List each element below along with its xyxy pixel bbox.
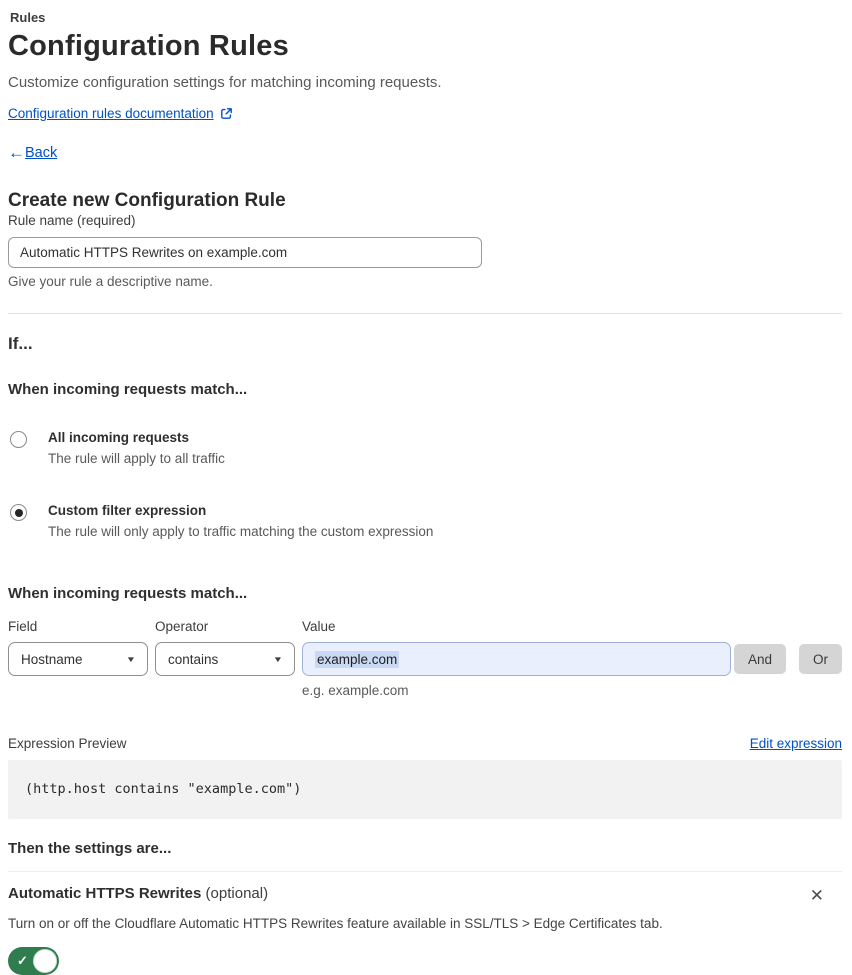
operator-select-value: contains xyxy=(168,651,219,667)
expression-code: (http.host contains "example.com") xyxy=(25,781,302,797)
setting-card-automatic-https-rewrites: Automatic HTTPS Rewrites (optional) ✕ Tu… xyxy=(8,871,842,975)
expression-code-block: (http.host contains "example.com") xyxy=(8,760,842,819)
setting-optional-label: (optional) xyxy=(205,885,269,902)
radio-option-description: The rule will apply to all traffic xyxy=(48,451,225,466)
value-input-text: example.com xyxy=(315,650,400,668)
chevron-down-icon: ▼ xyxy=(125,654,137,664)
and-button[interactable]: And xyxy=(733,644,786,674)
expression-preview-label: Expression Preview xyxy=(8,736,127,751)
field-select[interactable]: Hostname ▼ xyxy=(8,642,148,676)
value-label: Value xyxy=(302,619,336,634)
connector-buttons: And Or xyxy=(733,619,842,676)
radio-option-custom-filter[interactable]: Custom filter expression The rule will o… xyxy=(8,503,842,539)
value-input[interactable]: example.com xyxy=(302,642,731,676)
external-link-icon xyxy=(220,107,233,120)
operator-select[interactable]: contains ▼ xyxy=(155,642,295,676)
radio-checked-icon[interactable] xyxy=(10,504,27,521)
setting-name: Automatic HTTPS Rewrites xyxy=(8,885,202,902)
back-arrow-icon: ← xyxy=(8,143,25,162)
back-link[interactable]: Back xyxy=(25,145,57,161)
page-subtitle: Customize configuration settings for mat… xyxy=(8,74,442,91)
create-rule-title: Create new Configuration Rule xyxy=(8,190,286,211)
close-icon[interactable]: ✕ xyxy=(804,885,830,906)
expression-preview-row: Expression Preview Edit expression xyxy=(8,736,842,751)
back-row: ← Back xyxy=(8,144,842,161)
radio-option-all-requests[interactable]: All incoming requests The rule will appl… xyxy=(8,430,842,466)
field-select-value: Hostname xyxy=(21,651,83,667)
radio-option-label: Custom filter expression xyxy=(48,503,207,518)
breadcrumb: Rules xyxy=(10,10,46,25)
toggle-knob[interactable] xyxy=(33,949,57,973)
builder-heading: When incoming requests match... xyxy=(8,585,248,602)
setting-title: Automatic HTTPS Rewrites (optional) xyxy=(8,885,268,902)
if-title: If... xyxy=(8,334,33,353)
radio-option-description: The rule will only apply to traffic matc… xyxy=(48,524,434,539)
automatic-https-rewrites-toggle[interactable]: ✓ xyxy=(8,947,59,975)
doc-link-row: Configuration rules documentation xyxy=(8,106,842,121)
value-help: e.g. example.com xyxy=(302,683,409,698)
expression-builder-row: Field Hostname ▼ Operator contains ▼ Val… xyxy=(8,619,842,676)
field-label: Field xyxy=(8,619,38,634)
rule-name-help: Give your rule a descriptive name. xyxy=(8,274,213,289)
chevron-down-icon: ▼ xyxy=(272,654,284,664)
section-divider xyxy=(8,313,842,314)
then-heading: Then the settings are... xyxy=(8,840,172,857)
rule-name-input[interactable] xyxy=(8,237,482,268)
radio-option-label: All incoming requests xyxy=(48,430,190,445)
setting-description: Turn on or off the Cloudflare Automatic … xyxy=(8,916,663,931)
match-heading: When incoming requests match... xyxy=(8,381,248,398)
radio-unchecked-icon[interactable] xyxy=(10,431,27,448)
or-button[interactable]: Or xyxy=(799,644,842,674)
documentation-link[interactable]: Configuration rules documentation xyxy=(8,106,214,121)
page-title: Configuration Rules xyxy=(8,30,289,62)
edit-expression-link[interactable]: Edit expression xyxy=(750,736,842,751)
operator-label: Operator xyxy=(155,619,209,634)
check-icon: ✓ xyxy=(17,953,28,968)
rule-name-label: Rule name (required) xyxy=(8,213,136,228)
